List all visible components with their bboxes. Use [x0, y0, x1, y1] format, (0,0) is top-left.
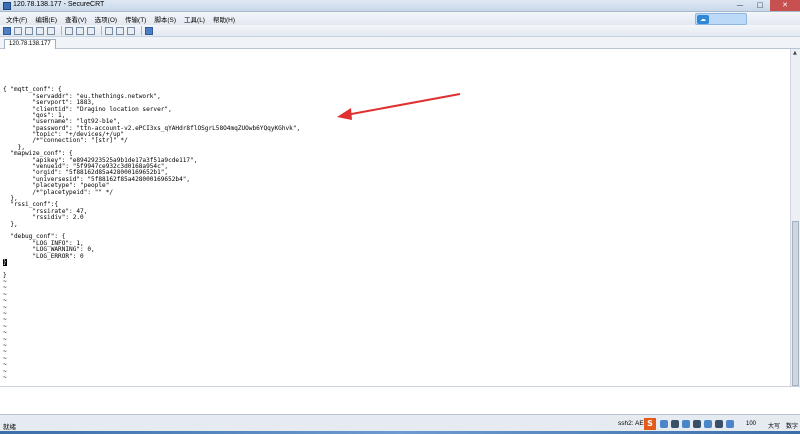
annotation-arrow — [337, 93, 461, 120]
